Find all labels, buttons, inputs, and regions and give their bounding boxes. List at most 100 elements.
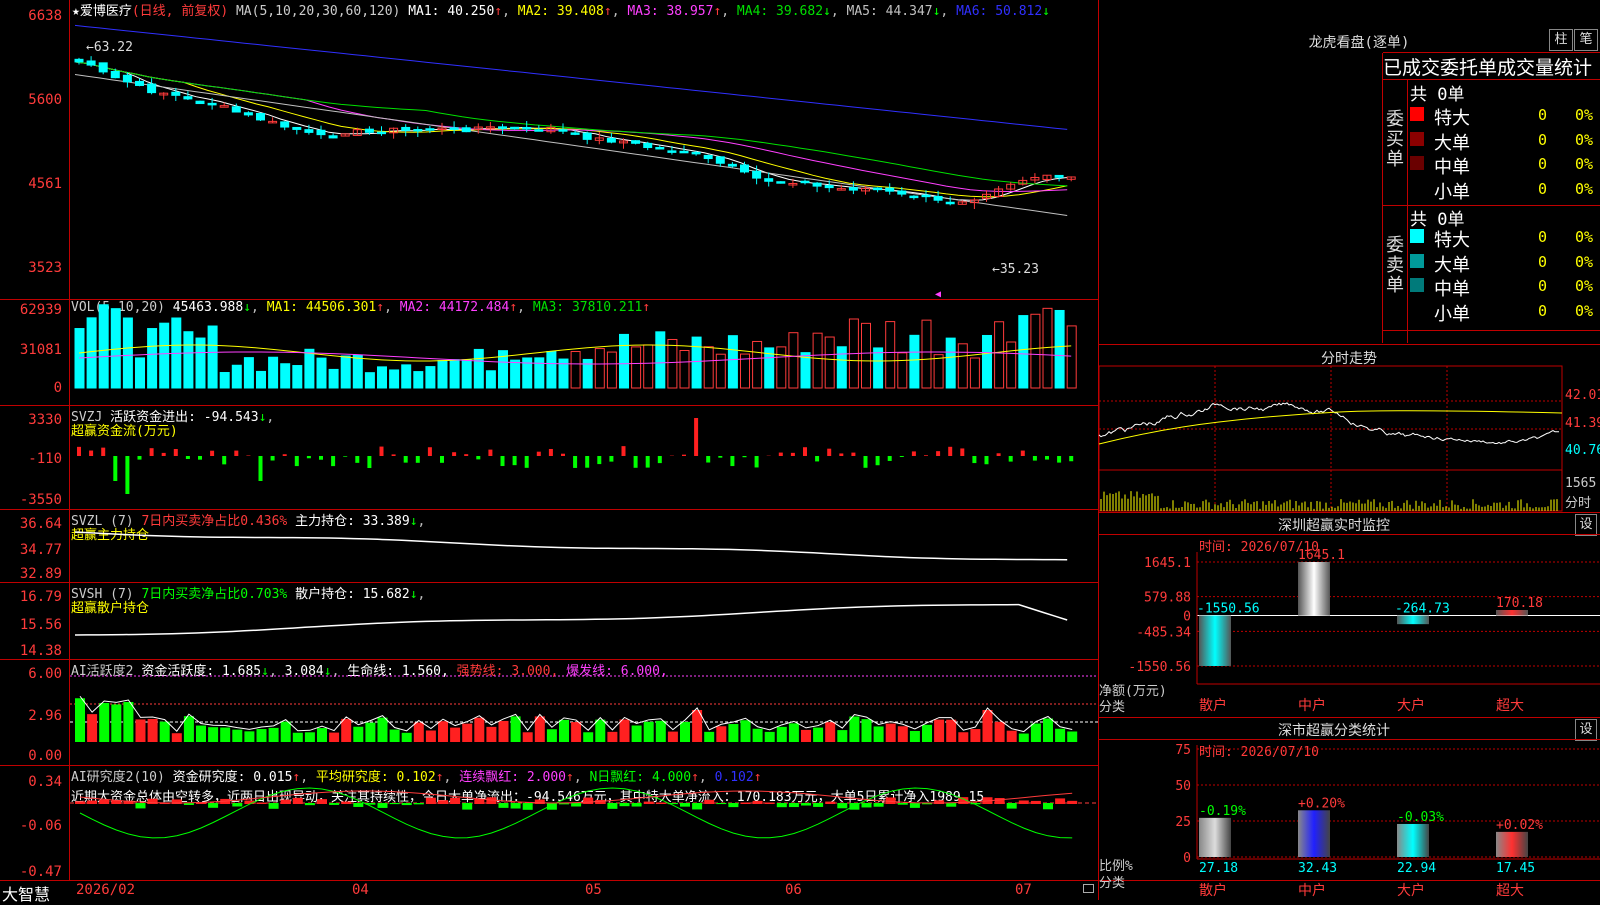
- activity-bar: [414, 723, 424, 742]
- research-bar: [341, 802, 351, 804]
- ma-line: [75, 62, 1067, 192]
- flow-bar: [150, 448, 154, 456]
- ratio-bar: [1397, 824, 1429, 857]
- flow-bar: [101, 448, 105, 456]
- svzj-pane[interactable]: SVZJ 活跃资金进出: -94.543↓, 超赢资金流(万元) 3330 -1…: [0, 406, 1098, 509]
- activity-bar: [777, 727, 787, 742]
- flow-bar: [694, 418, 698, 456]
- flow-bar: [234, 451, 238, 456]
- svzl-pane[interactable]: SVZL (7) 7日内买卖净占比0.436% 主力持仓: 33.389↓, 超…: [0, 510, 1098, 582]
- flow-bar: [343, 456, 347, 457]
- candle: [607, 138, 615, 142]
- volume-bar: [607, 352, 616, 388]
- flow-bar: [246, 455, 250, 456]
- buy-total: 共 0单: [1410, 80, 1464, 105]
- research-bar: [692, 803, 702, 809]
- ratio-value-label: 27.18: [1199, 861, 1238, 876]
- activity-bar: [450, 728, 460, 742]
- buy-side-label: 委买单: [1386, 110, 1404, 170]
- flow-bar: [851, 453, 855, 456]
- stats-ytick: 25: [1175, 815, 1191, 830]
- research-bar: [523, 803, 533, 810]
- activity-bar: [849, 716, 859, 742]
- research-bar: [632, 803, 642, 807]
- activity-bar: [87, 714, 97, 742]
- candle: [716, 157, 724, 163]
- order-count: 0: [1538, 277, 1547, 295]
- flow-bar: [948, 447, 952, 456]
- date-axis[interactable]: 大智慧 2026/02 04 05 06 07: [0, 881, 1098, 900]
- flow-bar: [113, 456, 117, 481]
- flow-bar: [597, 456, 601, 464]
- color-swatch: [1410, 107, 1424, 121]
- flow-bar: [259, 456, 263, 481]
- activity-bar: [244, 731, 254, 742]
- candle: [293, 127, 301, 129]
- change-label: +0.20%: [1298, 796, 1345, 811]
- lock-icon[interactable]: [1083, 884, 1094, 893]
- volume-bar: [874, 348, 883, 388]
- research-bar: [378, 803, 388, 808]
- fund-flow-bars: [0, 406, 1098, 509]
- ai-research-pane[interactable]: AI研究度2(10) 资金研究度: 0.015↑, 平均研究度: 0.102↑,…: [0, 766, 1098, 880]
- activity-bar: [958, 732, 968, 742]
- research-bar: [257, 803, 267, 804]
- bar-mode-button[interactable]: 柱: [1549, 29, 1573, 51]
- research-bar: [680, 803, 690, 807]
- activity-bar: [632, 726, 642, 742]
- volume-bar: [281, 364, 290, 388]
- volume-bar: [232, 365, 241, 388]
- flow-bar: [997, 453, 1001, 456]
- flow-bar: [827, 449, 831, 456]
- activity-bar: [1043, 718, 1053, 742]
- volume-bar: [970, 358, 979, 388]
- candle: [583, 133, 591, 139]
- research-bar: [898, 803, 908, 805]
- volume-bar: [390, 370, 399, 388]
- research-bar: [801, 803, 811, 806]
- ma-line: [75, 25, 1067, 129]
- volume-bar: [595, 349, 604, 388]
- volume-bar: [1019, 316, 1028, 388]
- order-size-label: 大单: [1434, 251, 1470, 277]
- sz-monitor-panel[interactable]: 深圳超赢实时监控 设 时间: 2026/07/10 净额(万元) 分类 1645…: [1099, 512, 1600, 717]
- svsh-pane[interactable]: SVSH (7) 7日内买卖净占比0.703% 散户持仓: 15.682↓, 超…: [0, 583, 1098, 659]
- research-bar: [329, 803, 339, 805]
- flow-bar: [488, 450, 492, 456]
- ai-activity-pane[interactable]: AI活跃度2 资金活跃度: 1.685↓, 3.084↓, 生命线: 1.560…: [0, 660, 1098, 765]
- volume-bar: [208, 326, 217, 388]
- flow-bar: [307, 456, 311, 458]
- tick-mode-button[interactable]: 笔: [1574, 29, 1598, 51]
- activity-bar: [353, 727, 363, 742]
- panel-title: 龙虎看盘(逐单): [1279, 32, 1439, 52]
- candle: [232, 107, 240, 112]
- activity-bar: [837, 730, 847, 742]
- activity-bar: [172, 733, 182, 742]
- intraday-chart: [1099, 344, 1600, 512]
- activity-bar: [753, 729, 763, 742]
- volume-bar: [220, 373, 229, 388]
- candle: [305, 130, 313, 133]
- order-count: 0: [1538, 106, 1547, 124]
- sz-stats-panel[interactable]: 深市超赢分类统计 设 时间: 2026/07/10 比例% 分类 7550250…: [1099, 717, 1600, 900]
- price-chart-pane[interactable]: ★爱博医疗(日线, 前复权) MA(5,10,20,30,60,120) MA1…: [0, 0, 1098, 299]
- flow-bar: [125, 456, 129, 494]
- volume-bar: [305, 349, 314, 388]
- activity-bar: [293, 733, 303, 742]
- volume-pane[interactable]: VOL(5,10,20) 45463.988↓, MA1: 44506.301↑…: [0, 300, 1098, 405]
- flow-bar: [682, 455, 686, 456]
- research-bar: [741, 802, 751, 804]
- volume-bar: [644, 345, 653, 388]
- activity-bar: [559, 720, 569, 742]
- category-label: 中户: [1298, 697, 1326, 714]
- stats-ytick: 50: [1175, 779, 1191, 794]
- retail-holding-line: [75, 605, 1067, 635]
- flow-bar: [416, 456, 420, 463]
- ratio-value-label: 32.43: [1298, 861, 1337, 876]
- activity-bar: [523, 732, 533, 742]
- flow-bar: [646, 456, 650, 468]
- order-count: 0: [1538, 131, 1547, 149]
- volume-bar: [728, 336, 737, 388]
- volume-bar: [668, 339, 677, 388]
- intraday-panel[interactable]: 分时走势 42.01 41.39 40.76 1565 分时: [1099, 344, 1600, 512]
